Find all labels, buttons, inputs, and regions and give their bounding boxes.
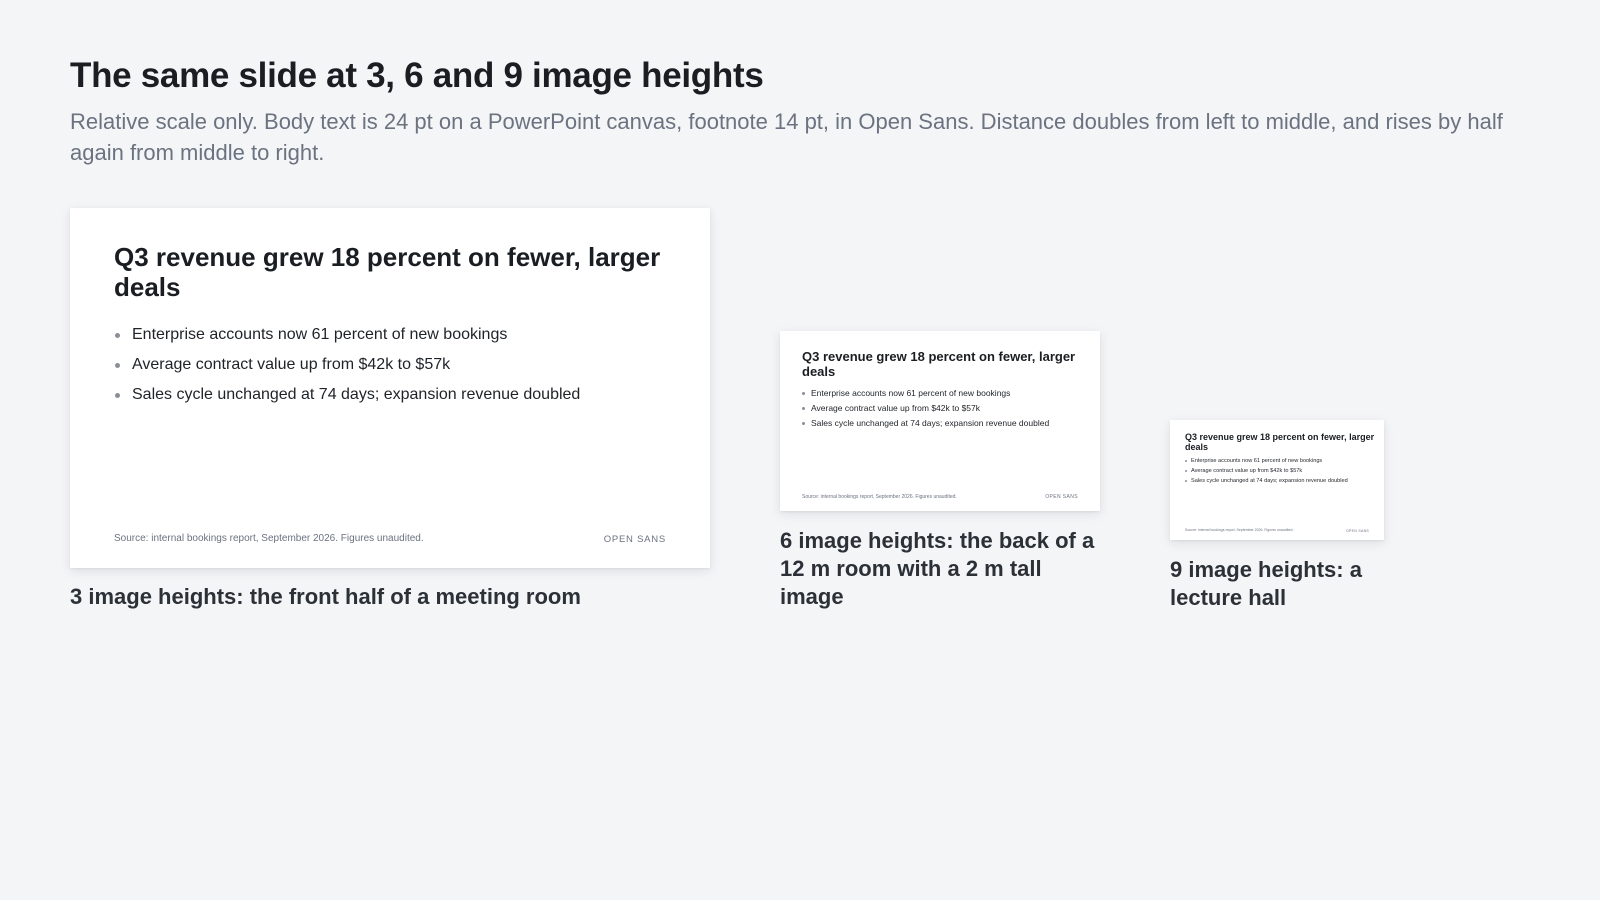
slide-bullet: Average contract value up from $42k to $… xyxy=(1185,466,1348,476)
slide-bullet-list: Enterprise accounts now 61 percent of ne… xyxy=(802,386,1049,431)
slide-title: Q3 revenue grew 18 percent on fewer, lar… xyxy=(802,349,1076,379)
caption-3-heights: 3 image heights: the front half of a mee… xyxy=(70,584,581,609)
slide-bullet: Enterprise accounts now 61 percent of ne… xyxy=(1185,456,1348,466)
slide-source-footnote: Source: internal bookings report, Septem… xyxy=(114,533,424,544)
slide-font-tag: OPEN SANS xyxy=(603,534,666,545)
slide-source-footnote: Source: internal bookings report, Septem… xyxy=(802,494,957,500)
slide-bullet: Sales cycle unchanged at 74 days; expans… xyxy=(802,416,1049,431)
slide-bullet: Average contract value up from $42k to $… xyxy=(114,350,580,380)
slide-title: Q3 revenue grew 18 percent on fewer, lar… xyxy=(1185,432,1375,452)
slide-font-tag: OPEN SANS xyxy=(1045,494,1078,500)
page-title: The same slide at 3, 6 and 9 image heigh… xyxy=(70,56,764,95)
slide-bullet: Sales cycle unchanged at 74 days; expans… xyxy=(1185,476,1348,486)
slide-bullet: Average contract value up from $42k to $… xyxy=(802,401,1049,416)
slide-title: Q3 revenue grew 18 percent on fewer, lar… xyxy=(114,242,661,302)
slide-source-footnote: Source: internal bookings report, Septem… xyxy=(1185,528,1294,532)
slide-thumbnail-medium: Q3 revenue grew 18 percent on fewer, lar… xyxy=(780,331,1100,511)
slide-bullet-list: Enterprise accounts now 61 percent of ne… xyxy=(1185,456,1348,486)
caption-9-heights: 9 image heights: a lecture hall xyxy=(1170,557,1362,610)
slide-bullet: Sales cycle unchanged at 74 days; expans… xyxy=(114,380,580,410)
slide-font-tag: OPEN SANS xyxy=(1346,529,1369,533)
slide-bullet-list: Enterprise accounts now 61 percent of ne… xyxy=(114,320,580,410)
slide-bullet: Enterprise accounts now 61 percent of ne… xyxy=(114,320,580,350)
slide-bullet: Enterprise accounts now 61 percent of ne… xyxy=(802,386,1049,401)
slide-thumbnail-large: Q3 revenue grew 18 percent on fewer, lar… xyxy=(70,208,710,568)
page-subtitle: Relative scale only. Body text is 24 pt … xyxy=(70,109,1503,165)
slide-thumbnail-small: Q3 revenue grew 18 percent on fewer, lar… xyxy=(1170,420,1384,540)
caption-6-heights: 6 image heights: the back of a 12 m room… xyxy=(780,528,1095,609)
